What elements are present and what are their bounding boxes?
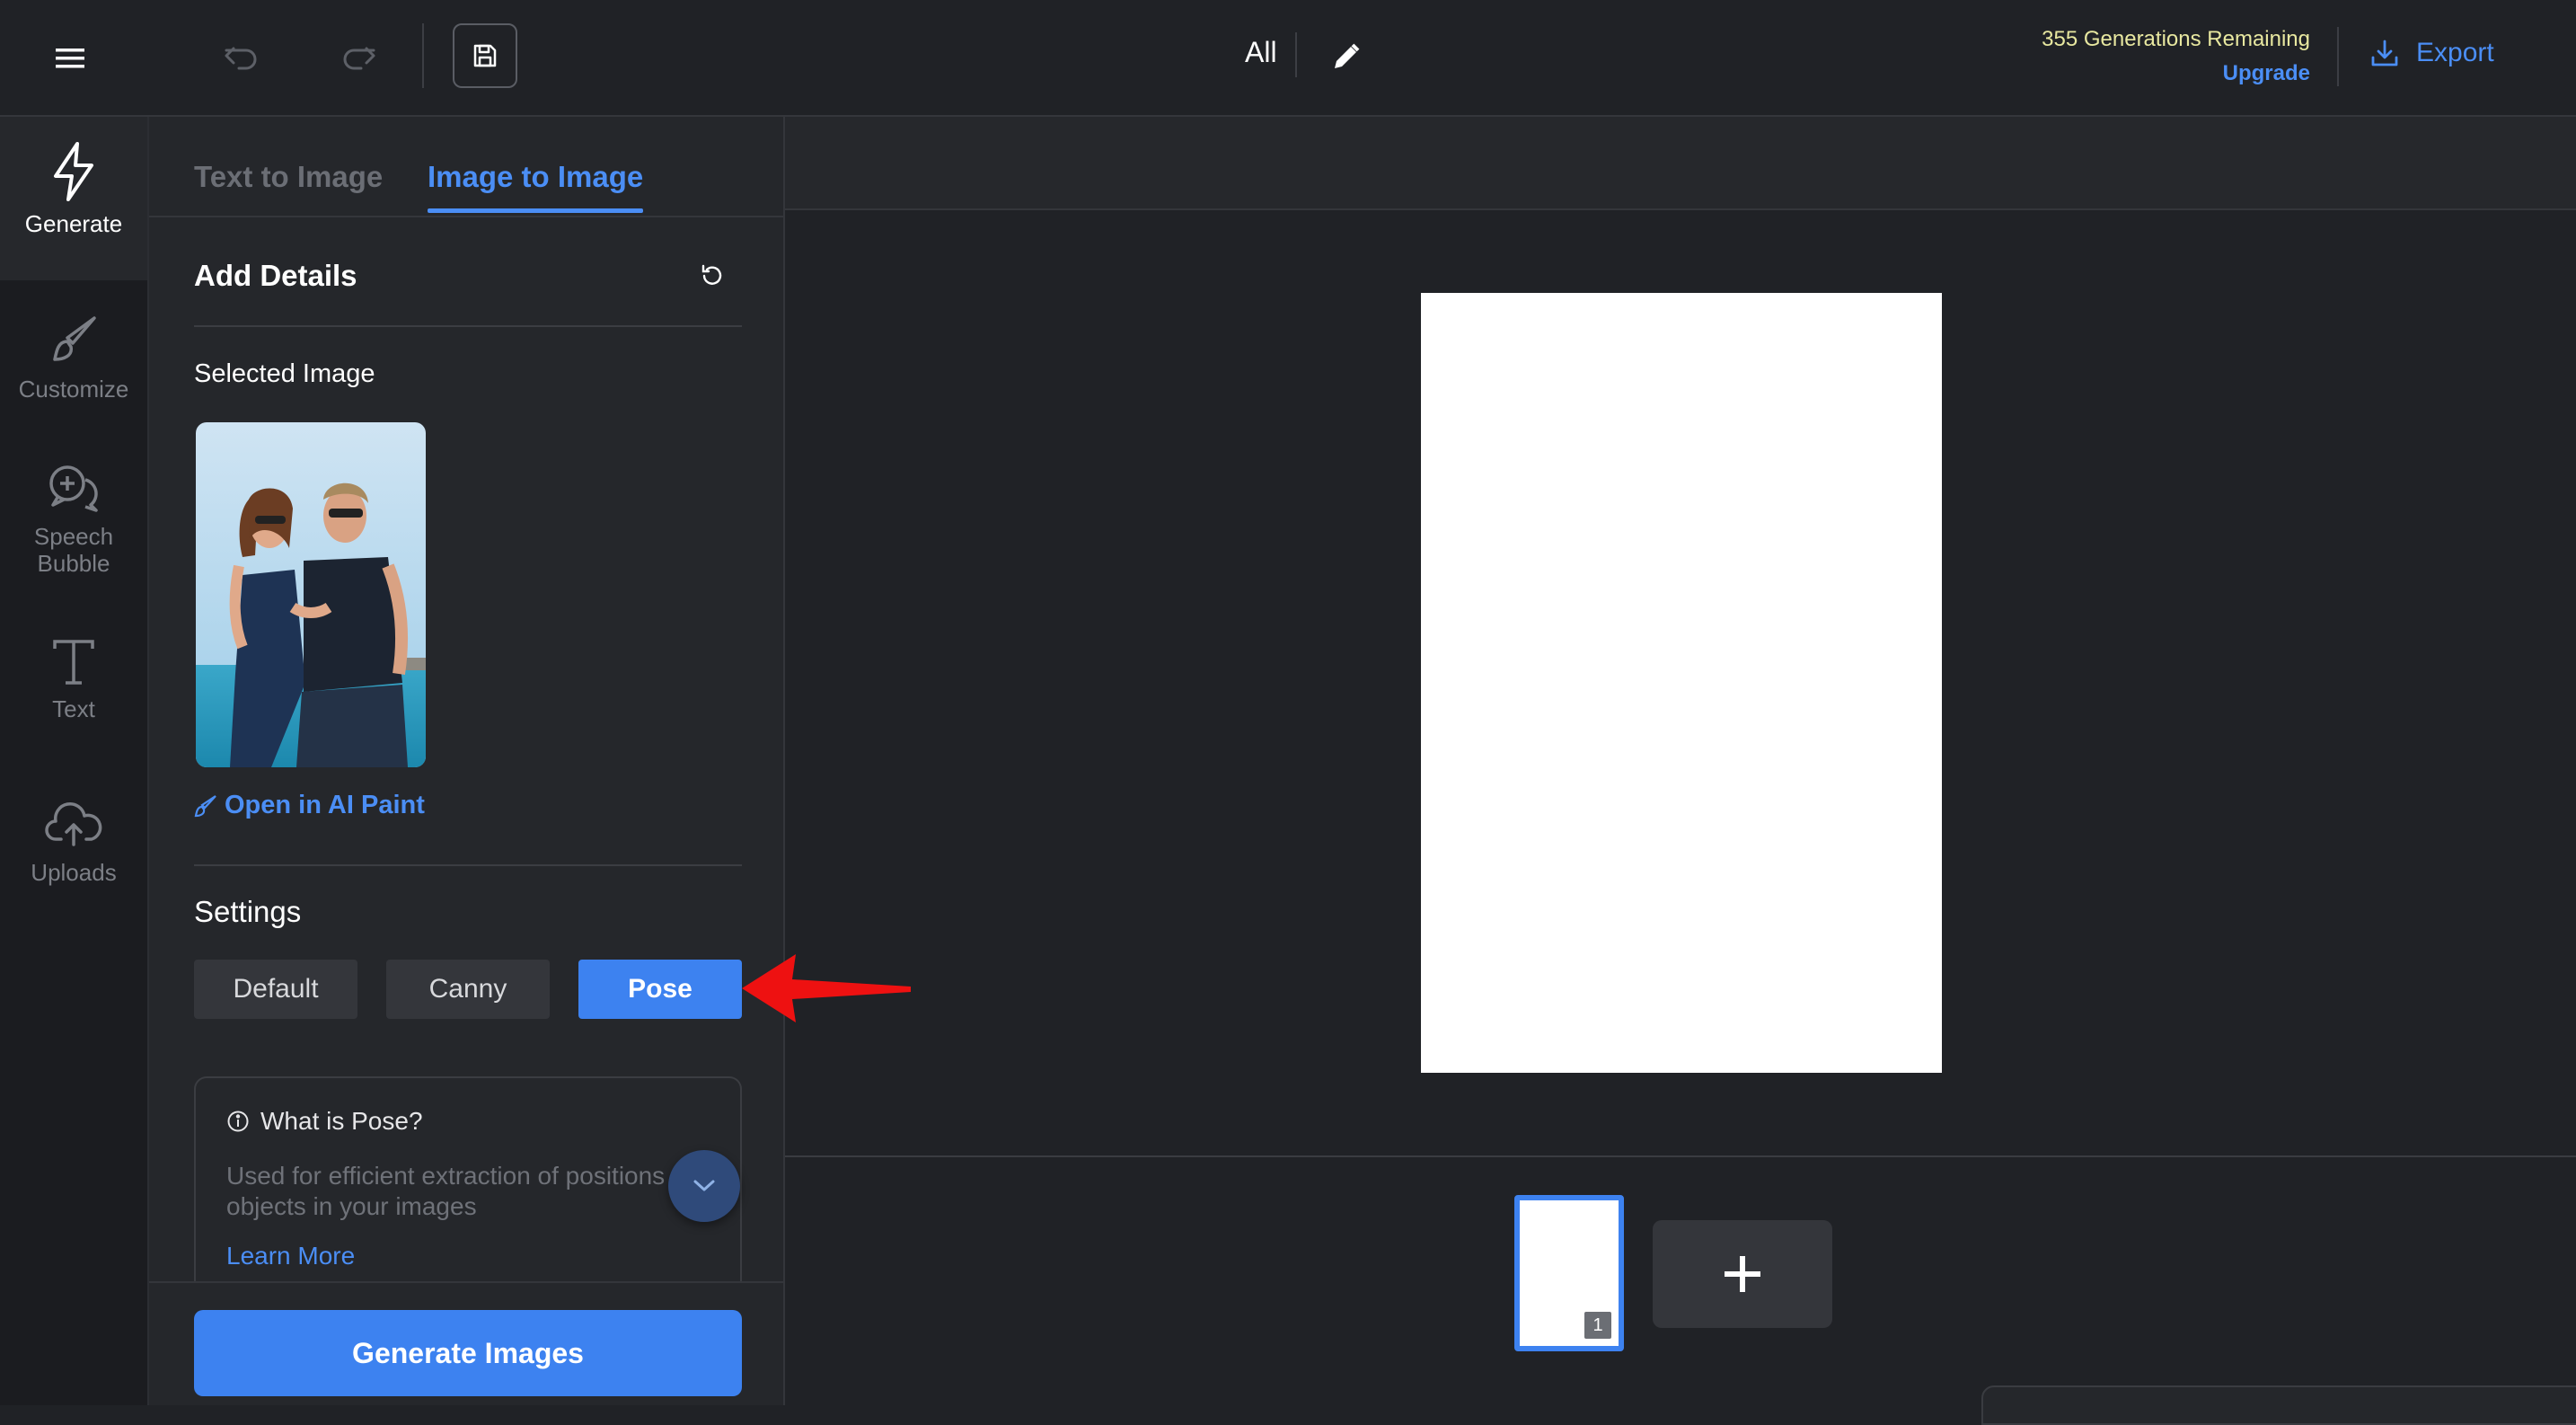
top-bar: All 355 Generations Remaining Upgrade Ex…	[0, 0, 2576, 117]
bottom-right-panel	[1981, 1385, 2576, 1425]
annotation-arrow	[742, 954, 911, 1022]
page-number: 1	[1584, 1312, 1611, 1339]
chevron-down-icon	[693, 1180, 715, 1191]
export-button[interactable]: Export	[2369, 38, 2494, 68]
undo-icon[interactable]	[212, 31, 269, 84]
canvas-toolbar	[785, 117, 2576, 210]
info-description: Used for efficient extraction of positio…	[226, 1162, 693, 1220]
panel-footer: Generate Images	[149, 1281, 783, 1405]
text-icon	[53, 640, 94, 685]
selected-image-thumbnail[interactable]	[196, 422, 426, 767]
brush-icon	[53, 316, 96, 361]
setting-default-button[interactable]: Default	[194, 960, 357, 1019]
add-page-button[interactable]	[1653, 1220, 1832, 1328]
page-filmstrip: 1	[785, 1155, 2576, 1405]
settings-label: Settings	[194, 895, 302, 928]
rail-item-label: Uploads	[31, 859, 117, 886]
save-icon	[473, 44, 497, 67]
toolbar-divider	[422, 23, 424, 88]
tab-image-to-image[interactable]: Image to Image	[428, 160, 643, 194]
setting-pose-button[interactable]: Pose	[578, 960, 742, 1019]
export-label: Export	[2416, 38, 2494, 67]
selected-image-label: Selected Image	[194, 359, 375, 388]
info-box: What is Pose? Used for efficient extract…	[194, 1076, 742, 1292]
divider	[194, 864, 742, 866]
generations-remaining: 355 Generations Remaining	[2042, 27, 2310, 51]
edit-pencil-icon[interactable]	[1320, 32, 1371, 83]
info-icon	[227, 1111, 249, 1132]
rail-item-label: Customize	[18, 376, 129, 403]
rail-item-label: Text	[52, 695, 95, 722]
lightning-icon	[54, 142, 93, 201]
reset-icon[interactable]	[688, 252, 737, 300]
open-in-ai-paint-label: Open in AI Paint	[225, 791, 425, 819]
left-rail: Generate Customize Speech Bubble Text Up…	[0, 117, 149, 1405]
rail-item-label: Speech Bubble	[33, 523, 114, 577]
cloud-upload-icon	[45, 801, 102, 846]
plus-icon	[1725, 1256, 1760, 1292]
upgrade-link[interactable]: Upgrade	[2223, 61, 2310, 86]
download-icon	[2371, 40, 2398, 66]
rail-item-label: Generate	[24, 210, 123, 237]
export-divider	[2337, 27, 2339, 86]
learn-more-link[interactable]: Learn More	[226, 1242, 355, 1270]
canvas-area	[785, 210, 2576, 1155]
page-thumbnail[interactable]: 1	[1514, 1195, 1624, 1351]
save-button[interactable]	[453, 23, 517, 88]
divider	[194, 325, 742, 327]
view-selector[interactable]: All	[1245, 36, 1277, 69]
tab-text-to-image[interactable]: Text to Image	[194, 160, 383, 194]
generate-images-button[interactable]: Generate Images	[194, 1310, 742, 1396]
info-title: What is Pose?	[226, 1107, 423, 1136]
menu-icon[interactable]	[43, 36, 97, 81]
section-title: Add Details	[194, 259, 357, 292]
scroll-down-button[interactable]	[668, 1150, 740, 1222]
rail-item-customize[interactable]: Customize	[0, 314, 147, 403]
view-divider	[1295, 32, 1297, 77]
info-title-text: What is Pose?	[260, 1107, 423, 1135]
panel-tabs: Text to Image Image to Image	[149, 117, 783, 217]
rail-item-generate[interactable]: Generate	[0, 117, 147, 280]
rail-item-uploads[interactable]: Uploads	[0, 800, 147, 886]
rail-item-text[interactable]: Text	[0, 638, 147, 722]
rail-item-speech-bubble[interactable]: Speech Bubble	[0, 462, 147, 577]
setting-canny-button[interactable]: Canny	[386, 960, 550, 1019]
redo-icon[interactable]	[331, 31, 388, 84]
open-in-ai-paint-link[interactable]: Open in AI Paint	[194, 791, 425, 820]
brush-icon	[194, 794, 216, 817]
speech-bubble-icon	[49, 465, 98, 512]
active-tab-indicator	[428, 208, 643, 213]
page-canvas[interactable]	[1421, 293, 1942, 1073]
